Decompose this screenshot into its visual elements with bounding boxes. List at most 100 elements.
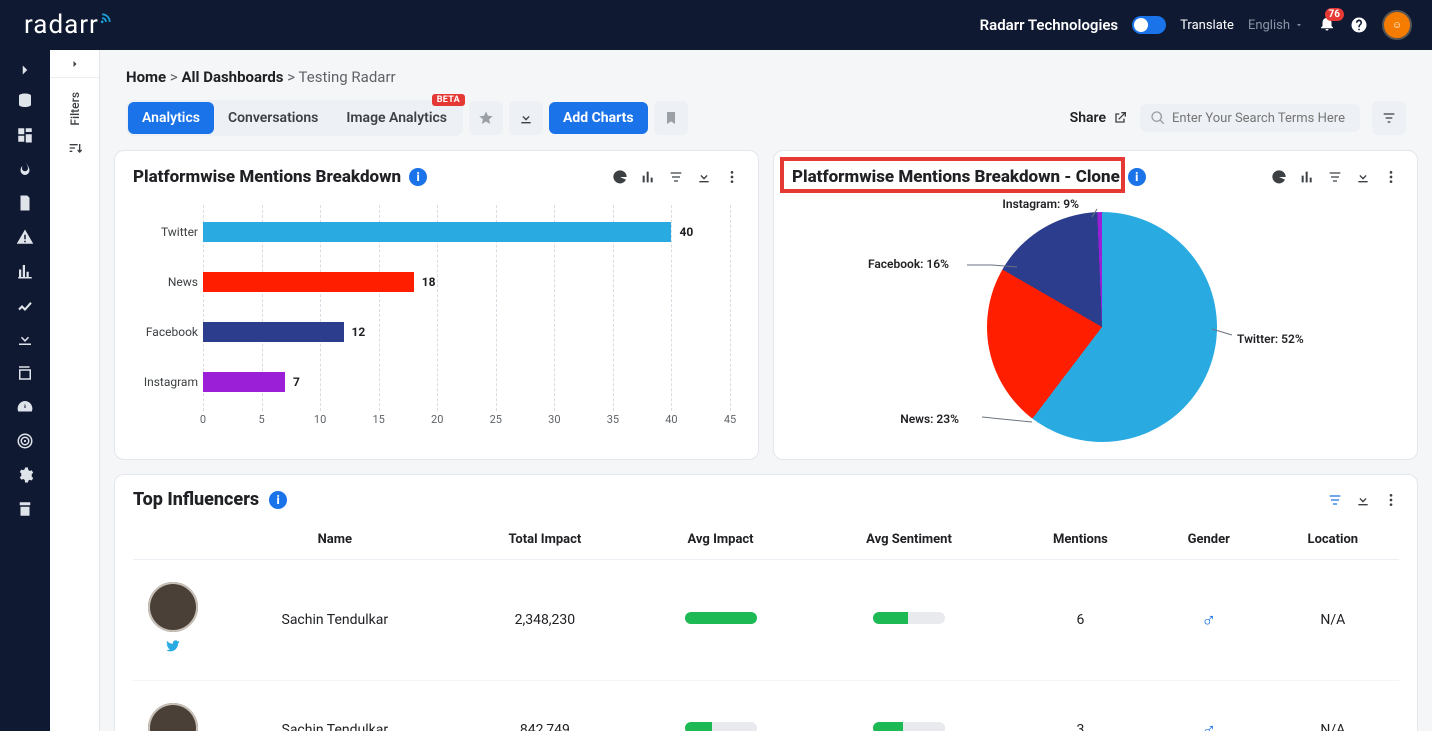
info-icon[interactable]: i [409,168,427,186]
chart-pie-icon[interactable] [1271,169,1287,185]
card-actions [612,169,740,185]
brand-logo[interactable]: radarr [24,10,115,40]
shield-icon [16,500,34,518]
card-top-influencers: Top Influencers i Name Total Impact Avg … [114,474,1418,731]
toolbar: Analytics Conversations Image Analytics … [100,96,1432,150]
cell-location: N/A [1267,681,1399,731]
col-location[interactable]: Location [1267,520,1399,560]
sort-icon[interactable] [1327,169,1343,185]
download-icon[interactable] [1355,492,1371,508]
influencer-avatar[interactable] [148,703,198,731]
card-title-text: Top Influencers [133,489,259,510]
help-icon[interactable] [1350,16,1368,34]
search-input[interactable] [1172,111,1350,126]
rail-expand-button[interactable] [0,58,50,82]
search-box[interactable] [1140,104,1360,132]
download-icon[interactable] [696,169,712,185]
nav-dashboard[interactable] [0,120,50,150]
col-avg-sentiment[interactable]: Avg Sentiment [808,520,1010,560]
cell-mentions: 6 [1010,560,1151,681]
translate-label: Translate [1180,18,1234,33]
nav-insights[interactable] [0,290,50,320]
download-icon[interactable] [1355,169,1371,185]
tab-image-analytics[interactable]: Image Analytics BETA [332,102,461,134]
translate-toggle[interactable] [1132,16,1166,34]
bar-fill[interactable] [203,272,414,292]
col-name[interactable]: Name [213,520,457,560]
filters-expand-button[interactable] [50,50,99,78]
breadcrumb-home[interactable]: Home [126,68,166,86]
progress-bar [873,612,945,624]
nav-speed[interactable] [0,392,50,422]
x-tick: 25 [490,413,502,426]
card-title: Platformwise Mentions Breakdown - Clone … [792,167,1146,187]
bookmark-button[interactable] [654,101,688,135]
nav-reports[interactable] [0,188,50,218]
table-row[interactable]: Sachin Tendulkar 2,348,230 6 ♂ N/A [133,560,1399,681]
info-icon[interactable]: i [269,491,287,509]
sort-icon[interactable] [668,169,684,185]
col-avatar [133,520,213,560]
more-vertical-icon[interactable] [1383,169,1399,185]
top-bar: radarr Radarr Technologies Translate Eng… [0,0,1432,50]
cell-avg-sentiment [808,560,1010,681]
bar-category-label: Facebook [133,325,198,339]
pie-graphic[interactable] [987,212,1217,442]
nav-library[interactable] [0,358,50,388]
bar-fill[interactable] [203,322,344,342]
share-button[interactable]: Share [1070,110,1128,126]
chart-pie-icon[interactable] [612,169,628,185]
cell-avatar [133,681,213,731]
download-button[interactable] [509,101,543,135]
more-vertical-icon[interactable] [1383,492,1399,508]
nav-compare[interactable] [0,256,50,286]
bar-row: Facebook12 [203,307,730,357]
language-selector[interactable]: English [1248,18,1304,33]
filters-rail: Filters [50,50,100,731]
card-platform-pie: Platformwise Mentions Breakdown - Clone … [773,150,1418,460]
favorite-button[interactable] [469,101,503,135]
nav-target[interactable] [0,426,50,456]
col-mentions[interactable]: Mentions [1010,520,1151,560]
influencer-avatar[interactable] [148,582,198,632]
download-icon [518,110,534,126]
brand-signal-icon [97,4,113,34]
x-tick: 20 [431,413,443,426]
bar-fill[interactable] [203,372,285,392]
cell-gender: ♂ [1151,560,1267,681]
top-bar-right: Radarr Technologies Translate English 76… [980,10,1412,40]
nav-database[interactable] [0,86,50,116]
share-icon [1112,110,1128,126]
chart-bar-icon[interactable] [640,169,656,185]
share-label: Share [1070,110,1106,126]
nav-archive[interactable] [0,494,50,524]
breadcrumb-dashboards[interactable]: All Dashboards [181,68,283,86]
bar-fill[interactable] [203,222,671,242]
tab-analytics[interactable]: Analytics [128,102,214,134]
table-row[interactable]: Sachin Tendulkar 842,749 3 ♂ N/A [133,681,1399,731]
pie-slice-label: Instagram: 9% [1002,197,1079,211]
nav-trending[interactable] [0,154,50,184]
tab-image-label: Image Analytics [346,110,447,126]
sort-icon[interactable] [1327,492,1343,508]
chart-bar-icon[interactable] [1299,169,1315,185]
more-vertical-icon[interactable] [724,169,740,185]
filter-icon [1381,110,1397,126]
filter-button[interactable] [1372,101,1406,135]
user-avatar[interactable]: ☺ [1382,10,1412,40]
bar-value-label: 7 [293,375,300,389]
nav-settings[interactable] [0,460,50,490]
bar-value-label: 18 [422,275,436,289]
notifications-button[interactable]: 76 [1318,14,1336,36]
tab-conversations[interactable]: Conversations [214,102,332,134]
bar-row: News18 [203,257,730,307]
col-total-impact[interactable]: Total Impact [457,520,634,560]
nav-alerts[interactable] [0,222,50,252]
col-avg-impact[interactable]: Avg Impact [633,520,808,560]
nav-download[interactable] [0,324,50,354]
col-gender[interactable]: Gender [1151,520,1267,560]
info-icon[interactable]: i [1128,168,1146,186]
card-title: Platformwise Mentions Breakdown i [133,167,427,187]
tab-group-wrap: Analytics Conversations Image Analytics … [126,100,688,136]
add-charts-button[interactable]: Add Charts [549,102,648,134]
